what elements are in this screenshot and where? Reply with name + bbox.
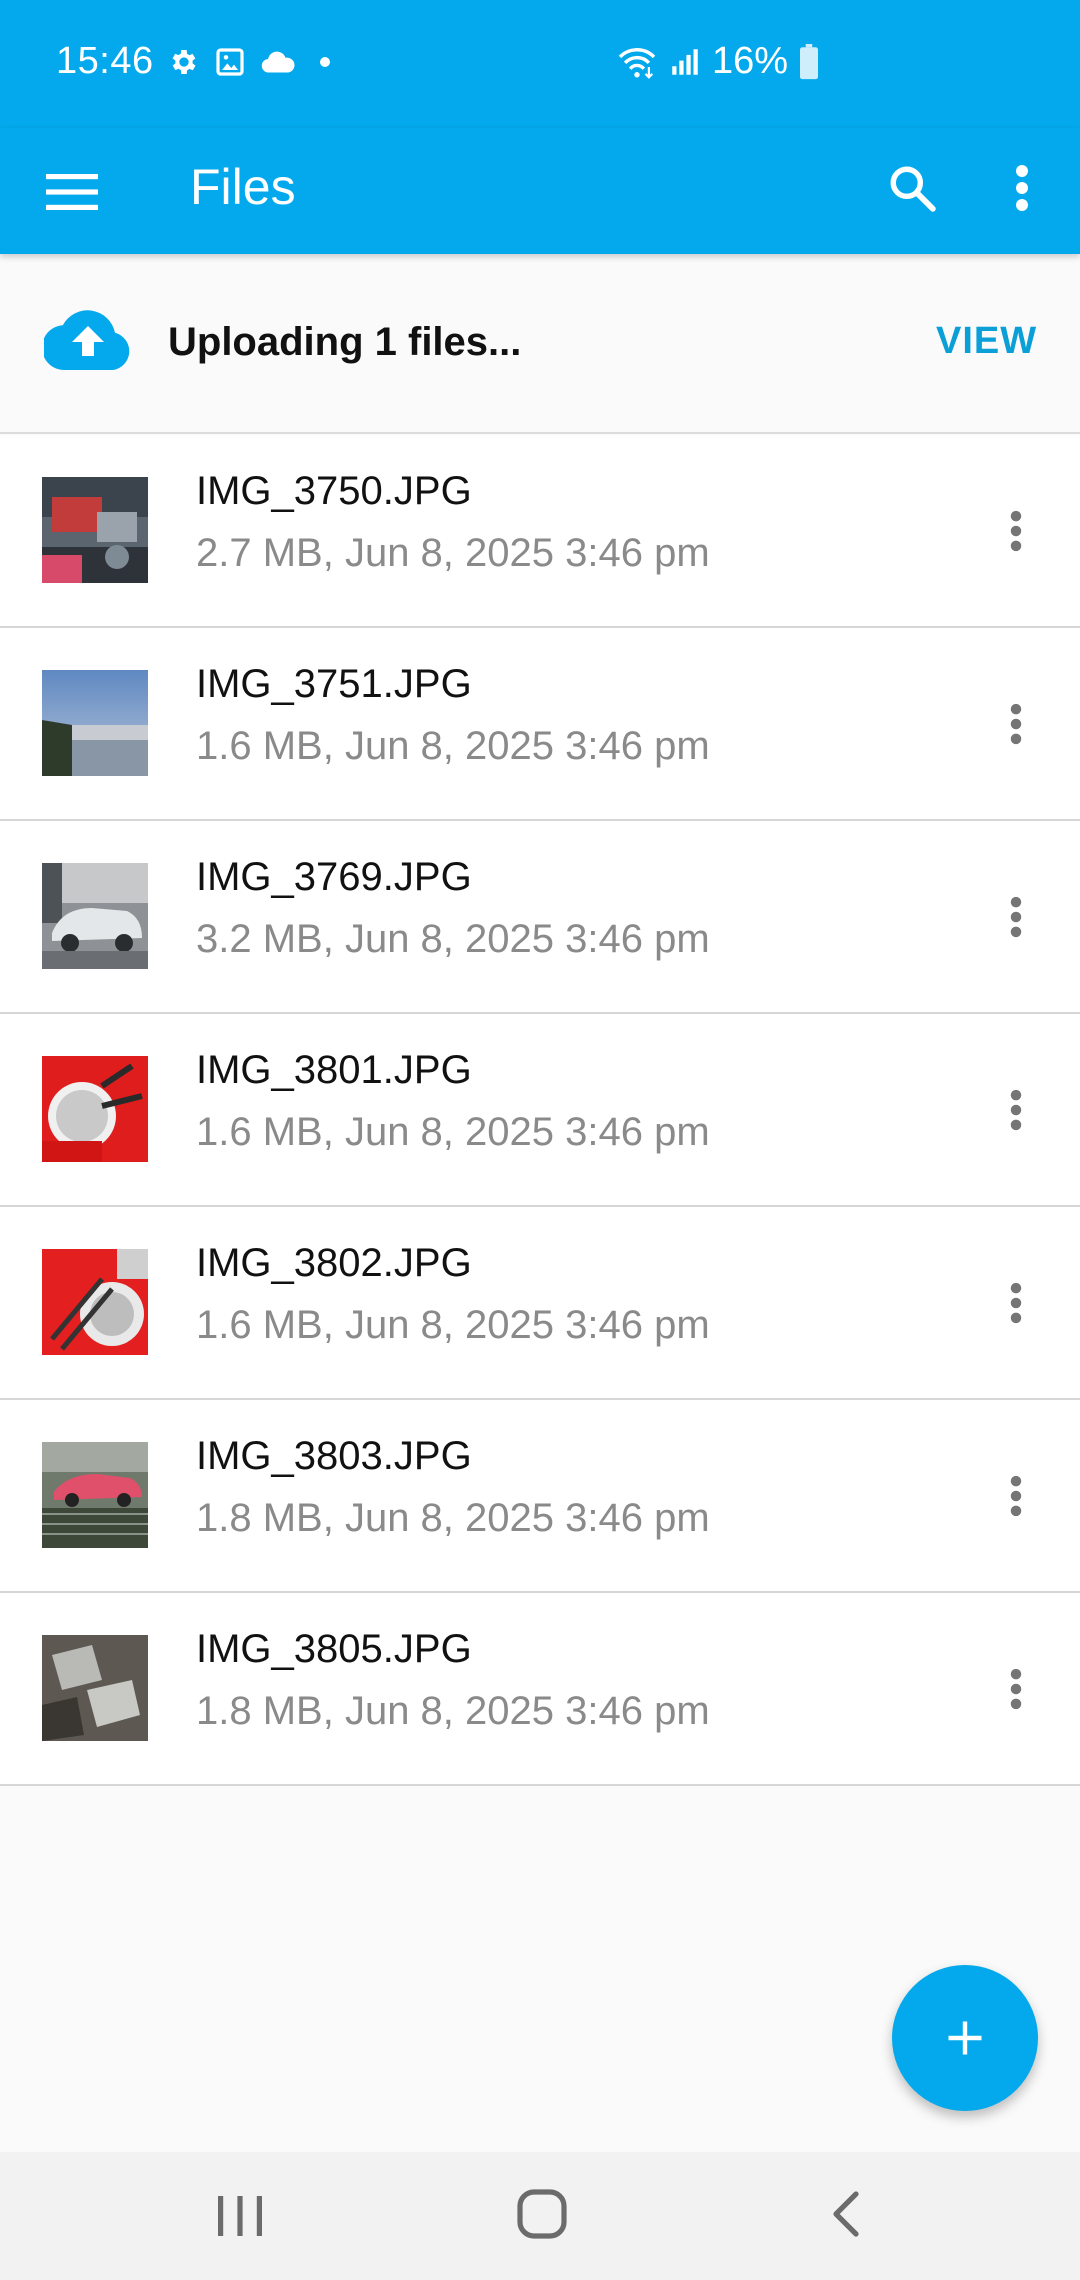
add-fab-button[interactable] bbox=[892, 1965, 1038, 2111]
search-icon bbox=[890, 166, 936, 212]
file-row[interactable]: IMG_3769.JPG 3.2 MB, Jun 8, 2025 3:46 pm bbox=[0, 821, 1080, 1014]
file-thumbnail bbox=[42, 670, 148, 776]
recents-icon bbox=[218, 2196, 262, 2236]
status-bar: 15:46 16% bbox=[0, 0, 1080, 128]
recents-button[interactable] bbox=[210, 2188, 270, 2249]
more-vert-icon bbox=[1010, 510, 1022, 552]
back-icon bbox=[833, 2191, 859, 2237]
system-nav-bar bbox=[0, 2152, 1080, 2280]
file-name: IMG_3750.JPG bbox=[196, 469, 472, 513]
more-vert-icon bbox=[1010, 703, 1022, 745]
file-name: IMG_3803.JPG bbox=[196, 1434, 472, 1478]
file-options-button[interactable] bbox=[992, 1456, 1040, 1536]
dot-icon bbox=[320, 57, 330, 67]
file-name: IMG_3751.JPG bbox=[196, 662, 472, 706]
file-row[interactable]: IMG_3751.JPG 1.6 MB, Jun 8, 2025 3:46 pm bbox=[0, 628, 1080, 821]
view-upload-button[interactable]: VIEW bbox=[936, 320, 1037, 363]
file-options-button[interactable] bbox=[992, 684, 1040, 764]
more-vert-icon bbox=[1010, 1668, 1022, 1710]
gallery-icon bbox=[216, 48, 244, 76]
home-icon bbox=[517, 2189, 567, 2239]
file-meta: 1.8 MB, Jun 8, 2025 3:46 pm bbox=[196, 1496, 710, 1540]
file-row[interactable]: IMG_3802.JPG 1.6 MB, Jun 8, 2025 3:46 pm bbox=[0, 1207, 1080, 1400]
add-icon bbox=[948, 2021, 982, 2055]
app-bar: Files bbox=[0, 128, 1080, 254]
file-meta: 1.6 MB, Jun 8, 2025 3:46 pm bbox=[196, 1110, 710, 1154]
cloud-icon bbox=[261, 51, 295, 73]
battery-percent: 16% bbox=[712, 40, 789, 82]
file-row[interactable]: IMG_3801.JPG 1.6 MB, Jun 8, 2025 3:46 pm bbox=[0, 1014, 1080, 1207]
more-vert-icon bbox=[1010, 1475, 1022, 1517]
file-meta: 2.7 MB, Jun 8, 2025 3:46 pm bbox=[196, 531, 710, 575]
upload-status-text: Uploading 1 files... bbox=[168, 320, 522, 364]
menu-icon bbox=[46, 174, 98, 210]
file-list: IMG_3750.JPG 2.7 MB, Jun 8, 2025 3:46 pm… bbox=[0, 435, 1080, 1786]
file-name: IMG_3805.JPG bbox=[196, 1627, 472, 1671]
signal-icon bbox=[672, 48, 698, 75]
battery-icon bbox=[800, 43, 819, 79]
home-button[interactable] bbox=[514, 2186, 570, 2247]
file-options-button[interactable] bbox=[992, 877, 1040, 957]
search-button[interactable] bbox=[876, 152, 948, 224]
more-vert-icon bbox=[1010, 1089, 1022, 1131]
status-time: 15:46 bbox=[56, 40, 154, 82]
upload-status bbox=[41, 308, 132, 377]
file-name: IMG_3769.JPG bbox=[196, 855, 472, 899]
file-thumbnail bbox=[42, 1056, 148, 1162]
file-meta: 3.2 MB, Jun 8, 2025 3:46 pm bbox=[196, 917, 710, 961]
page-title: Files bbox=[190, 159, 296, 215]
more-vert-icon bbox=[1010, 1282, 1022, 1324]
file-thumbnail bbox=[42, 1442, 148, 1548]
file-row[interactable]: IMG_3750.JPG 2.7 MB, Jun 8, 2025 3:46 pm bbox=[0, 435, 1080, 628]
file-meta: 1.6 MB, Jun 8, 2025 3:46 pm bbox=[196, 724, 710, 768]
more-vert-icon bbox=[1016, 165, 1028, 211]
file-row[interactable]: IMG_3803.JPG 1.8 MB, Jun 8, 2025 3:46 pm bbox=[0, 1400, 1080, 1593]
back-button[interactable] bbox=[820, 2186, 876, 2247]
file-thumbnail bbox=[42, 1249, 148, 1355]
wifi-icon bbox=[618, 47, 656, 79]
file-name: IMG_3802.JPG bbox=[196, 1241, 472, 1285]
cloud-upload-icon bbox=[41, 310, 130, 371]
file-options-button[interactable] bbox=[992, 1649, 1040, 1729]
gear-icon bbox=[172, 50, 196, 74]
more-vert-icon bbox=[1010, 896, 1022, 938]
file-thumbnail bbox=[42, 477, 148, 583]
file-thumbnail bbox=[42, 1635, 148, 1741]
file-thumbnail bbox=[42, 863, 148, 969]
file-meta: 1.8 MB, Jun 8, 2025 3:46 pm bbox=[196, 1689, 710, 1733]
file-name: IMG_3801.JPG bbox=[196, 1048, 472, 1092]
file-options-button[interactable] bbox=[992, 491, 1040, 571]
file-options-button[interactable] bbox=[992, 1263, 1040, 1343]
overflow-menu-button[interactable] bbox=[990, 152, 1054, 224]
upload-banner: Uploading 1 files... VIEW bbox=[0, 254, 1080, 434]
file-row[interactable]: IMG_3805.JPG 1.8 MB, Jun 8, 2025 3:46 pm bbox=[0, 1593, 1080, 1786]
menu-button[interactable] bbox=[40, 160, 104, 224]
file-meta: 1.6 MB, Jun 8, 2025 3:46 pm bbox=[196, 1303, 710, 1347]
status-system-icons: 16% bbox=[616, 40, 820, 83]
file-options-button[interactable] bbox=[992, 1070, 1040, 1150]
status-notification-icons bbox=[168, 46, 330, 78]
